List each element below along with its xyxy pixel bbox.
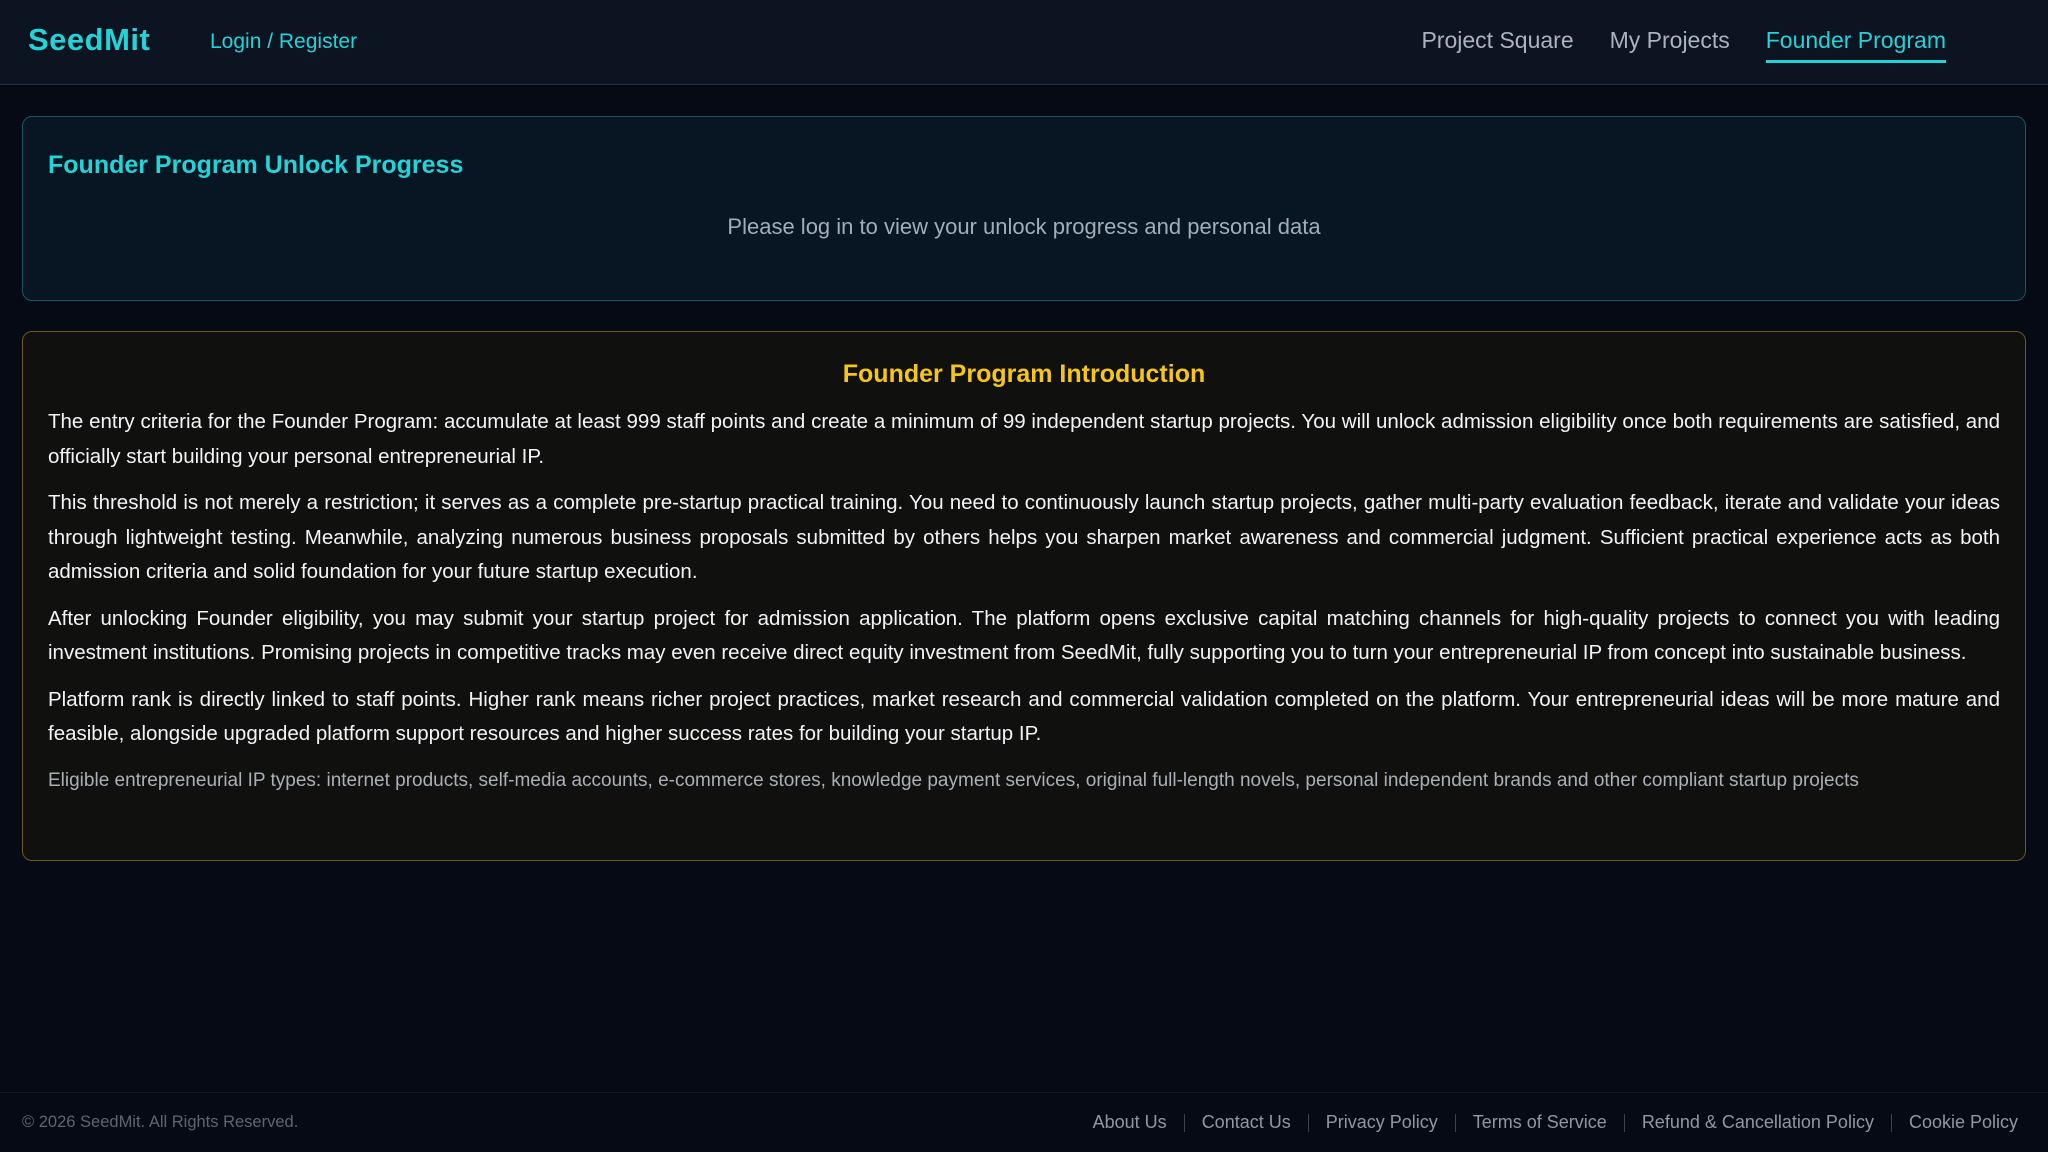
copyright-text: © 2026 SeedMit. All Rights Reserved. [22, 1113, 299, 1131]
intro-paragraph-entry-criteria: The entry criteria for the Founder Progr… [48, 410, 2000, 468]
logo[interactable]: SeedMit [28, 22, 150, 58]
footer-link-about-us[interactable]: About Us [1093, 1112, 1167, 1133]
footer-link-privacy-policy[interactable]: Privacy Policy [1326, 1112, 1438, 1133]
login-register-link[interactable]: Login / Register [210, 30, 357, 54]
footer-links: About Us Contact Us Privacy Policy Terms… [1093, 1112, 2018, 1133]
footer-link-cookie-policy[interactable]: Cookie Policy [1909, 1112, 2018, 1133]
main-nav: Project Square My Projects Founder Progr… [1421, 27, 1946, 63]
login-prompt-message: Please log in to view your unlock progre… [727, 214, 1321, 239]
footer-link-terms-of-service[interactable]: Terms of Service [1473, 1112, 1607, 1133]
footer-divider [1307, 1113, 1309, 1132]
footer-link-refund-policy[interactable]: Refund & Cancellation Policy [1642, 1112, 1874, 1133]
founder-intro-title: Founder Program Introduction [842, 360, 1206, 388]
footer-divider [1454, 1113, 1456, 1132]
eligible-ip-types-note: Eligible entrepreneurial IP types: inter… [48, 769, 1859, 791]
intro-paragraph-after-unlock: After unlocking Founder eligibility, you… [48, 606, 2000, 665]
nav-my-projects[interactable]: My Projects [1610, 27, 1730, 63]
top-navbar: SeedMit Login / Register Project Square … [0, 0, 2048, 85]
footer: © 2026 SeedMit. All Rights Reserved. Abo… [0, 1092, 2048, 1152]
footer-divider [1623, 1113, 1625, 1132]
intro-paragraph-threshold: This threshold is not merely a restricti… [48, 491, 2000, 583]
unlock-progress-card: Founder Program Unlock Progress Please l… [22, 116, 2026, 301]
footer-divider [1890, 1113, 1892, 1132]
nav-project-square[interactable]: Project Square [1421, 27, 1573, 63]
footer-link-contact-us[interactable]: Contact Us [1202, 1112, 1291, 1133]
unlock-progress-title: Founder Program Unlock Progress [48, 151, 464, 179]
intro-paragraph-platform-rank: Platform rank is directly linked to staf… [48, 687, 2000, 746]
footer-divider [1183, 1113, 1185, 1132]
founder-intro-card: Founder Program Introduction The entry c… [22, 331, 2026, 861]
nav-founder-program[interactable]: Founder Program [1765, 27, 1946, 63]
